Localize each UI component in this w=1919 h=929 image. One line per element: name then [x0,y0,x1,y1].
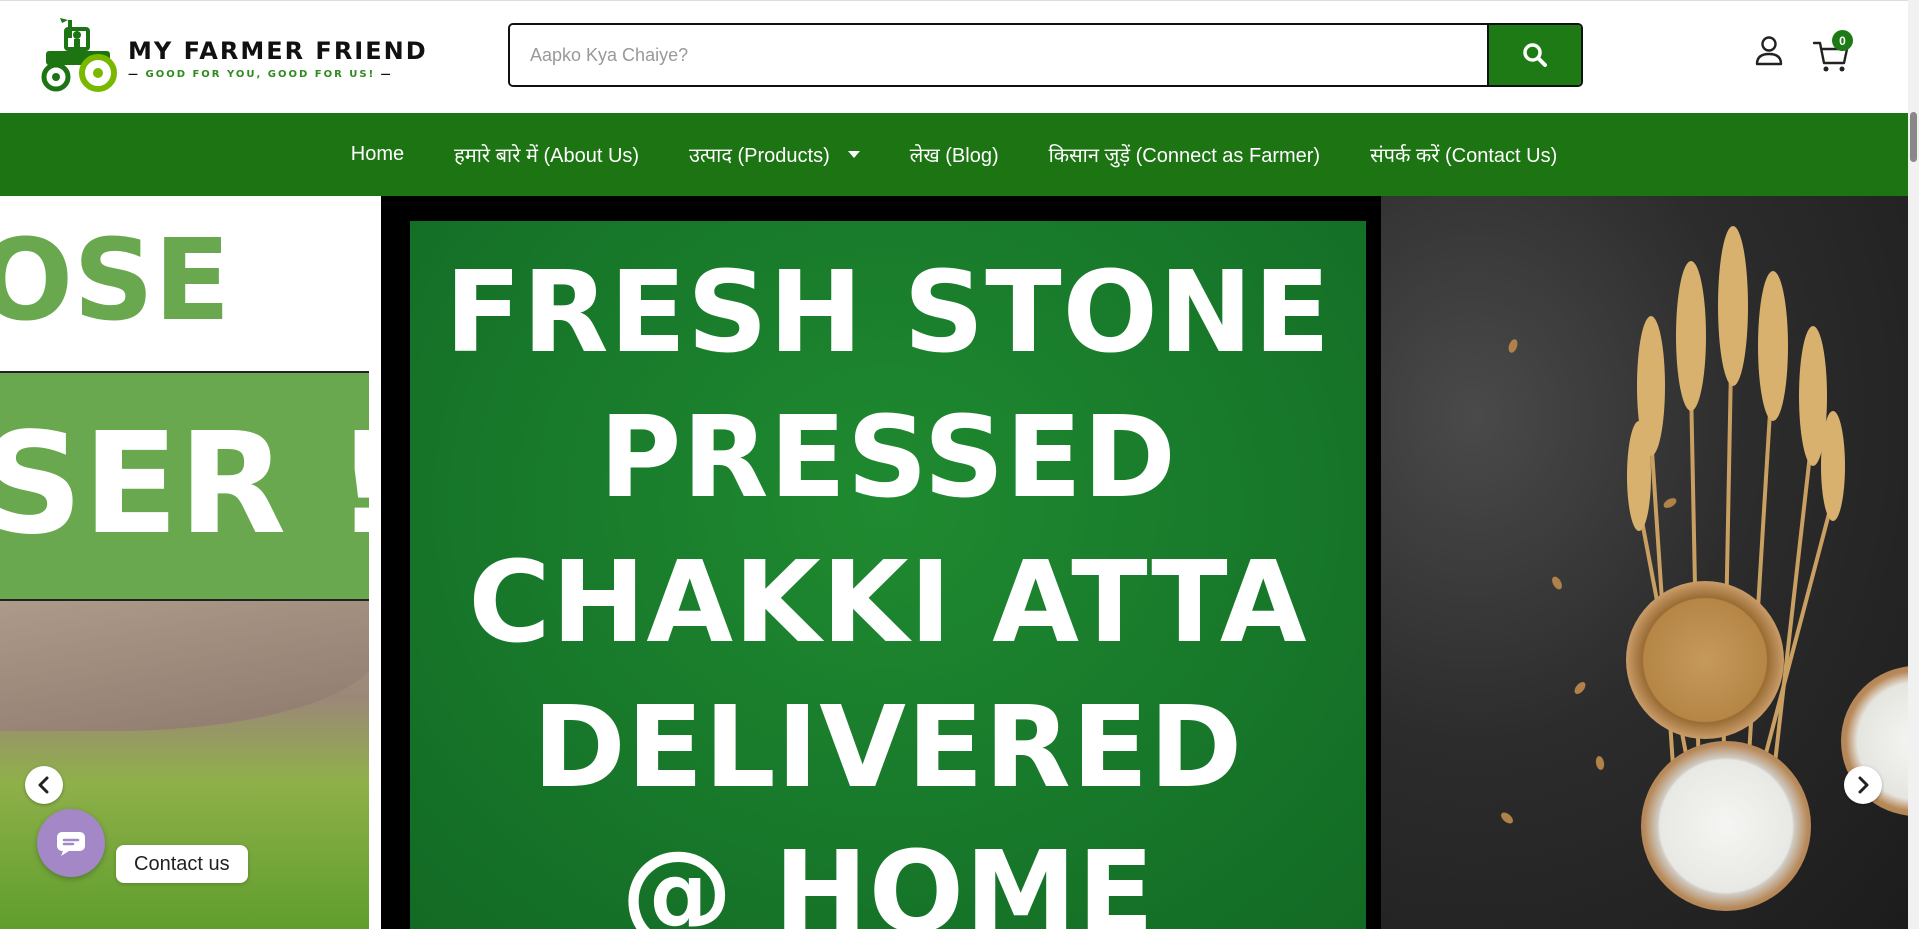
slider-next-button[interactable] [1844,766,1882,804]
scrollbar-thumb[interactable] [1910,112,1917,162]
chat-icon [57,832,85,856]
nav-item-connect-farmer[interactable]: किसान जुड़ें (Connect as Farmer) [1024,141,1346,168]
chevron-right-icon [1858,776,1869,794]
caret-down-icon [847,151,860,158]
page-scrollbar[interactable] [1908,0,1919,929]
contact-widget-label[interactable]: Contact us [116,845,248,883]
chevron-left-icon [38,776,49,794]
nav-item-blog[interactable]: लेख (Blog) [885,141,1024,168]
nav-item-contact[interactable]: संपर्क करें (Contact Us) [1345,141,1582,168]
banner-line: PRESSED [599,393,1177,523]
brand-name: MY FARMER FRIEND [128,37,428,65]
nav-item-home[interactable]: Home [326,143,429,166]
search-button[interactable] [1487,25,1581,85]
site-header: MY FARMER FRIEND — GOOD FOR YOU, GOOD FO… [0,0,1908,113]
site-logo[interactable]: MY FARMER FRIEND — GOOD FOR YOU, GOOD FO… [38,15,438,101]
prev-slide-heading: OSE [0,216,231,346]
banner-line: CHAKKI ATTA [468,538,1308,668]
search-icon [1523,43,1547,67]
nav-item-about[interactable]: हमारे बारे में (About Us) [429,141,664,168]
banner-line: @ HOME [621,828,1155,929]
search-input[interactable] [510,25,1487,85]
cart-count-badge: 0 [1832,30,1853,51]
contact-widget-button[interactable] [37,809,105,877]
slider-prev-button[interactable] [25,766,63,804]
prev-slide-banner-text: SER ! [0,403,369,566]
hero-slider[interactable]: OSE SER ! [0,196,1908,929]
chalkboard-banner: FRESH STONE PRESSED CHAKKI ATTA DELIVERE… [410,221,1366,929]
current-slide: FRESH STONE PRESSED CHAKKI ATTA DELIVERE… [381,196,1908,929]
banner-line: FRESH STONE [444,248,1332,378]
brand-tagline: — GOOD FOR YOU, GOOD FOR US! — [128,69,393,80]
flour-bowl-image [1641,741,1811,911]
nav-item-products[interactable]: उत्पाद (Products) [664,141,885,168]
tractor-logo-icon [41,18,117,92]
search-bar [508,23,1583,87]
banner-line: DELIVERED [532,683,1244,813]
grain-bowl-image [1626,581,1784,739]
user-icon[interactable] [1754,35,1784,67]
main-nav: Home हमारे बारे में (About Us) उत्पाद (P… [0,113,1908,196]
